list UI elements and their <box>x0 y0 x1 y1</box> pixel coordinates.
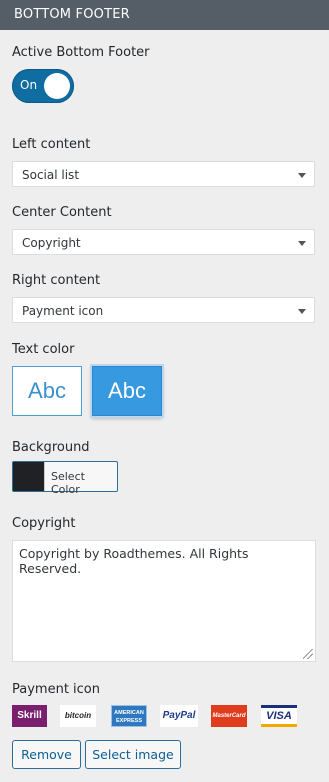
select-color-label: Select Color <box>51 470 85 496</box>
copyright-text: Copyright by Roadthemes. All Rights Rese… <box>19 546 249 576</box>
left-content-value: Social list <box>22 168 80 182</box>
chevron-down-icon <box>298 309 306 314</box>
toggle-state-text: On <box>20 78 38 92</box>
text-color-label: Text color <box>12 342 75 357</box>
active-footer-label: Active Bottom Footer <box>12 45 150 60</box>
copyright-textarea[interactable]: Copyright by Roadthemes. All Rights Rese… <box>12 540 316 662</box>
payment-icon-label: Payment icon <box>12 682 100 697</box>
color-preview-chip <box>13 462 45 491</box>
select-color-button[interactable]: Select Color <box>12 461 118 496</box>
right-content-select[interactable]: Payment icon <box>12 297 315 323</box>
left-content-select[interactable]: Social list <box>12 161 315 187</box>
select-image-button[interactable]: Select image <box>85 740 181 769</box>
section-header: BOTTOM FOOTER <box>0 0 329 30</box>
chevron-down-icon <box>298 241 306 246</box>
resize-handle-icon[interactable] <box>303 649 313 659</box>
mastercard-icon: MasterCard <box>211 705 247 727</box>
bottom-footer-panel: BOTTOM FOOTER Active Bottom Footer On Le… <box>0 0 329 782</box>
bitcoin-icon: bitcoin <box>60 705 96 727</box>
remove-button[interactable]: Remove <box>12 740 81 769</box>
center-content-label: Center Content <box>12 205 112 220</box>
text-color-dark-option[interactable]: Abc <box>92 366 162 416</box>
copyright-label: Copyright <box>12 516 76 531</box>
right-content-value: Payment icon <box>22 304 104 318</box>
background-label: Background <box>12 440 90 455</box>
skrill-icon: Skrill <box>12 705 47 727</box>
left-content-label: Left content <box>12 137 91 152</box>
toggle-knob <box>44 73 70 99</box>
center-content-value: Copyright <box>22 236 81 250</box>
visa-icon: VISA <box>261 705 297 727</box>
text-color-light-option[interactable]: Abc <box>12 366 82 416</box>
chevron-down-icon <box>298 173 306 178</box>
paypal-icon: PayPal <box>160 705 198 727</box>
center-content-select[interactable]: Copyright <box>12 229 315 255</box>
active-footer-toggle[interactable]: On <box>12 69 74 103</box>
american-express-icon: AMERICAN EXPRESS <box>111 705 147 727</box>
right-content-label: Right content <box>12 273 101 288</box>
